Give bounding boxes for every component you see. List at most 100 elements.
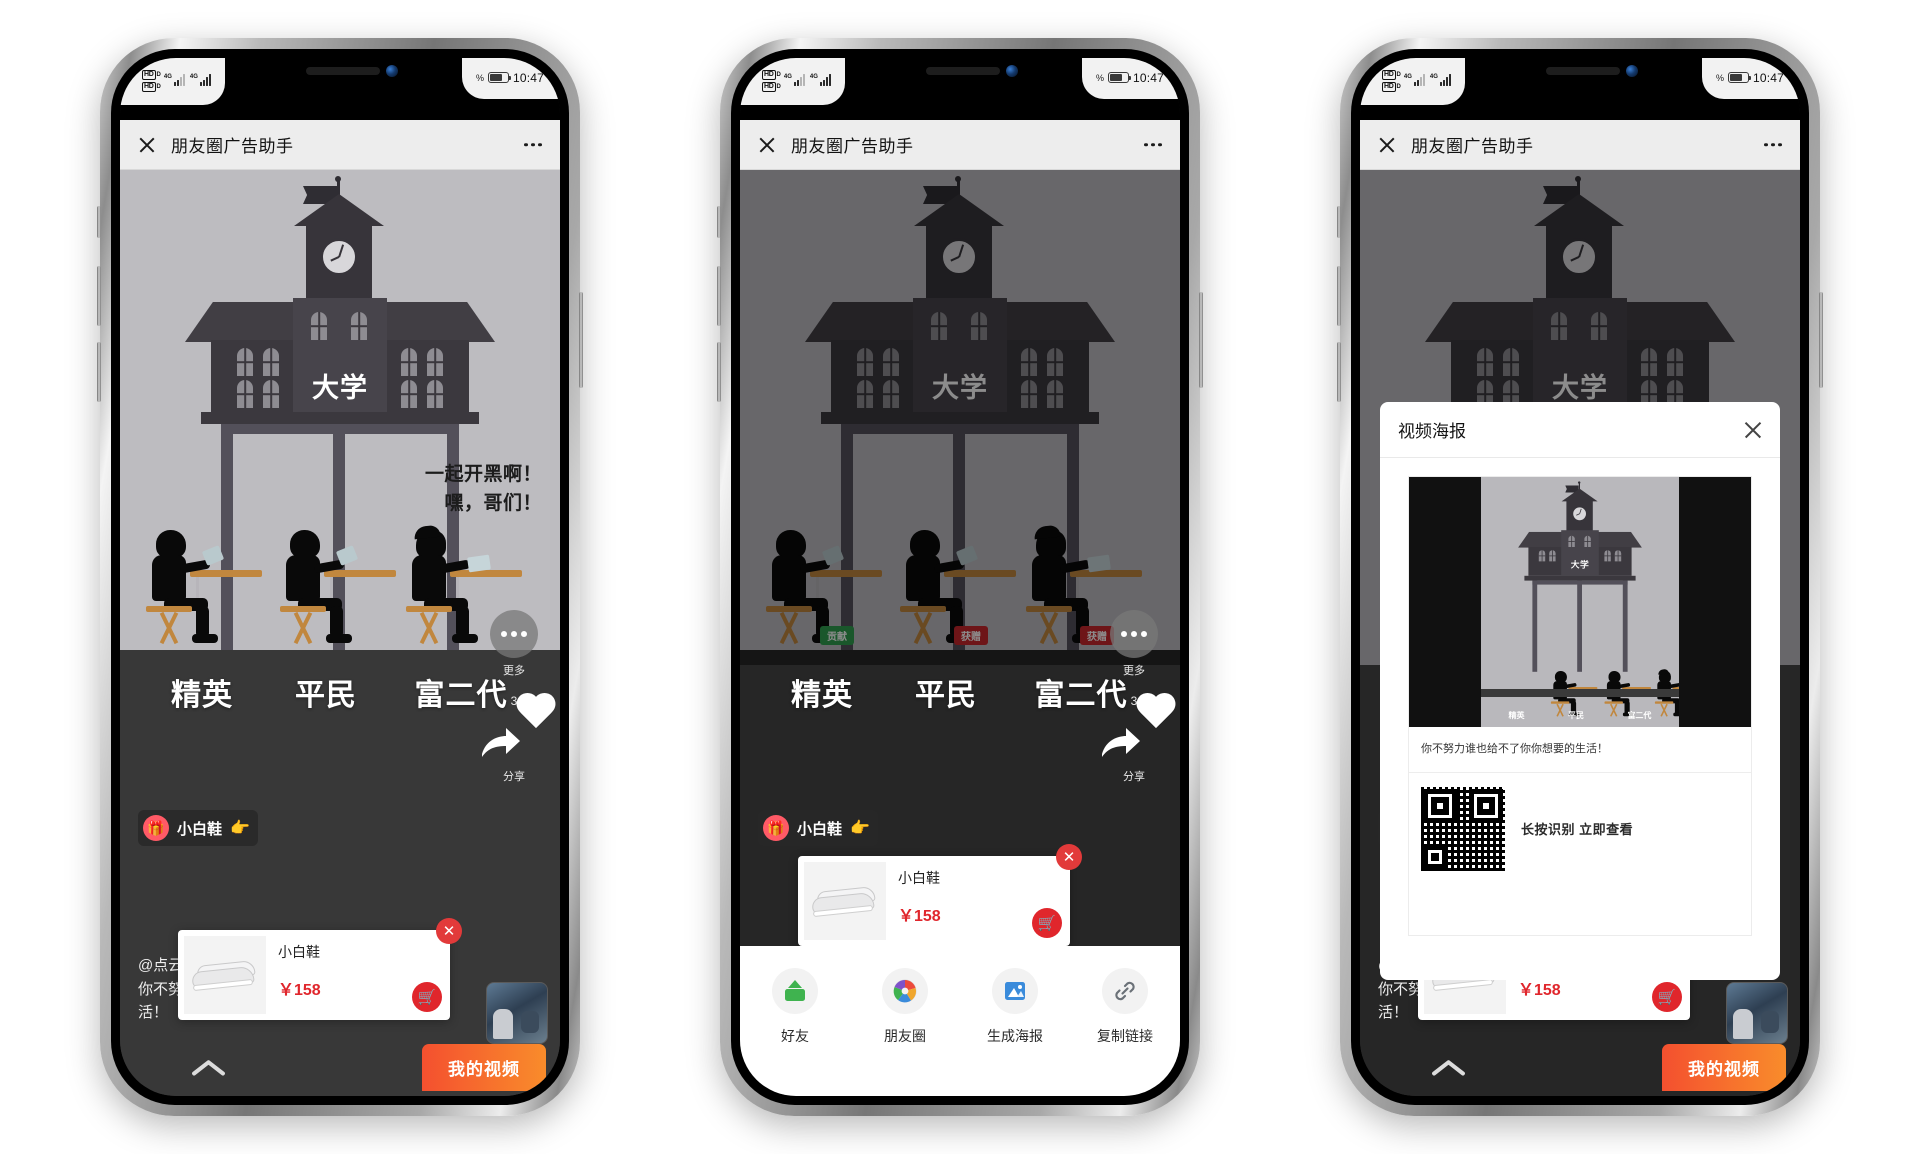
- signal-bars: 4G 4G: [164, 74, 211, 87]
- close-icon[interactable]: [138, 136, 155, 153]
- student-elite: [138, 522, 262, 665]
- screenshot-stage: HD D HD D 4G 4G % 10:47 朋友圈广告助手 大学 一起开黑啊…: [0, 0, 1920, 1154]
- share-option-moments[interactable]: 朋友圈: [864, 968, 946, 1046]
- caption-line-3: 活！: [138, 1003, 169, 1021]
- earpiece-speaker: [306, 67, 381, 75]
- close-icon-2[interactable]: [758, 136, 775, 153]
- power-button[interactable]: [579, 292, 583, 388]
- share-option-link[interactable]: 复制链接: [1084, 968, 1166, 1046]
- volume-down-button[interactable]: [97, 342, 101, 402]
- phone-screen-2: HD D HD D 4G 4G % 10:47 朋友圈广告助手 大学 贡献 获赠…: [740, 58, 1180, 1096]
- chevron-up-icon-3[interactable]: [1430, 1054, 1470, 1080]
- share-option-label-moments: 朋友圈: [884, 1028, 926, 1044]
- network-type-label-p2: 4G: [783, 74, 792, 80]
- volume-up-button[interactable]: [97, 266, 101, 326]
- chevron-up-icon[interactable]: [190, 1054, 230, 1080]
- cart-icon[interactable]: 🛒: [412, 982, 442, 1012]
- share-action-2[interactable]: 分享: [1098, 724, 1170, 784]
- status-bar-2: HD D HD D 4G 4G % 10:47: [740, 58, 1180, 120]
- mute-switch[interactable]: [97, 206, 101, 238]
- clock-time: 10:47: [512, 70, 544, 85]
- video-player-1[interactable]: 大学 一起开黑啊！ 嘿，哥们！ 精英 平民 富二代 更多 3 分享 🎁 小白鞋 …: [120, 170, 560, 1096]
- my-video-button-3[interactable]: 我的视频: [1662, 1043, 1786, 1091]
- notch-area: [225, 58, 462, 88]
- power-button-2[interactable]: [1199, 292, 1203, 388]
- earpiece-speaker-3: [1546, 67, 1621, 75]
- share-arrow-icon[interactable]: [478, 724, 550, 764]
- more-action[interactable]: 更多: [478, 610, 550, 678]
- network-type-label: 4G: [163, 74, 172, 80]
- share-option-poster[interactable]: 生成海报: [974, 968, 1056, 1046]
- close-icon-poster-modal[interactable]: [1744, 421, 1762, 439]
- share-action[interactable]: 分享: [478, 724, 550, 784]
- video-caption: @点云 你不努 活！: [138, 954, 183, 1024]
- volume-down-button-3[interactable]: [1337, 342, 1341, 402]
- status-bar-left-2: HD D HD D 4G 4G: [740, 58, 845, 105]
- hd-icon-p3b: HD: [1382, 81, 1396, 92]
- close-icon-3[interactable]: [1378, 136, 1395, 153]
- avatar-3[interactable]: [1726, 982, 1788, 1044]
- hd-icon-p3: HD: [1382, 69, 1396, 80]
- power-button-3[interactable]: [1819, 292, 1823, 388]
- video-player-2[interactable]: 大学 贡献 获赠 获赠 精英 平民 富二代 更多 3 分享 🎁 小白鞋 👉 ✕ …: [740, 170, 1180, 1096]
- network-type-label-p2b: 4G: [809, 74, 818, 80]
- status-bar-left: HD D HD D 4G 4G: [120, 58, 225, 105]
- university-building: 大学: [185, 176, 495, 652]
- status-bar-right: % 10:47: [461, 58, 560, 99]
- more-dots-icon[interactable]: [524, 142, 542, 147]
- hd-icon-2: HD: [142, 81, 156, 92]
- page-title: 朋友圈广告助手: [171, 137, 294, 156]
- status-bar-3: HD D HD D 4G 4G % 10:47: [1360, 58, 1800, 120]
- page-title-3: 朋友圈广告助手: [1411, 137, 1534, 156]
- class-label-commoner: 平民: [295, 679, 357, 712]
- close-circle-icon[interactable]: ✕: [436, 918, 462, 944]
- speech-line-2: 嘿，哥们！: [444, 493, 542, 515]
- product-card-2[interactable]: ✕ 小白鞋 ￥158 🛒: [798, 844, 1082, 946]
- phone-screen-1: HD D HD D 4G 4G % 10:47 朋友圈广告助手 大学 一起开黑啊…: [120, 58, 560, 1096]
- class-label-commoner-2: 平民: [915, 679, 977, 712]
- like-action-2[interactable]: 3: [1098, 694, 1170, 708]
- building-label-2: 大学: [932, 373, 988, 403]
- more-dots-icon-3[interactable]: [1764, 142, 1782, 147]
- video-player-3[interactable]: 大学 🎁 小白鞋 👉 @点云 你不努 活！: [1360, 170, 1800, 1096]
- class-label-elite-2: 精英: [791, 679, 853, 712]
- clock-tower-icon: [320, 238, 358, 276]
- clock-tower-icon-2: [940, 238, 978, 276]
- close-circle-icon-2[interactable]: ✕: [1056, 844, 1082, 870]
- mute-switch-3[interactable]: [1337, 206, 1341, 238]
- share-option-label-link: 复制链接: [1097, 1028, 1153, 1044]
- poster-preview[interactable]: 大学 精英 平民 富二代 你不努力谁也给不了你你想要的生活！ 长按识别 立即查看: [1408, 476, 1752, 936]
- poster-university-building: 大学: [1517, 481, 1642, 672]
- share-option-label-friend: 好友: [781, 1028, 809, 1044]
- share-arrow-icon-2[interactable]: [1098, 724, 1170, 764]
- poster-qr-row: 长按识别 立即查看: [1409, 773, 1751, 885]
- product-name: 小白鞋: [278, 944, 320, 960]
- pointing-hand-icon: 👉: [230, 820, 250, 837]
- gift-product-tag[interactable]: 🎁 小白鞋 👉: [138, 810, 258, 846]
- volume-down-button-2[interactable]: [717, 342, 721, 402]
- more-circle-icon[interactable]: [490, 610, 538, 658]
- volume-up-button-2[interactable]: [717, 266, 721, 326]
- caption-line-3-3: 活！: [1378, 1003, 1409, 1021]
- poster-students: [1540, 668, 1680, 717]
- gift-product-tag-2[interactable]: 🎁 小白鞋 👉: [758, 810, 878, 846]
- more-circle-icon-2[interactable]: [1110, 610, 1158, 658]
- page-title-2: 朋友圈广告助手: [791, 137, 914, 156]
- more-dots-icon-2[interactable]: [1144, 142, 1162, 147]
- volume-up-button-3[interactable]: [1337, 266, 1341, 326]
- gift-product-name: 小白鞋: [177, 820, 223, 838]
- avatar[interactable]: [486, 982, 548, 1044]
- like-action[interactable]: 3: [478, 694, 550, 708]
- more-action-2[interactable]: 更多: [1098, 610, 1170, 678]
- product-card[interactable]: ✕ 小白鞋 ￥158 🛒: [178, 918, 462, 1020]
- front-camera-icon-3: [1626, 65, 1639, 77]
- cart-icon-3[interactable]: 🛒: [1652, 982, 1682, 1012]
- cart-icon-2[interactable]: 🛒: [1032, 908, 1062, 938]
- university-building-3: 大学: [1425, 176, 1735, 652]
- share-option-friend[interactable]: 好友: [754, 968, 836, 1046]
- hd-badges: HD D HD D: [142, 69, 161, 92]
- mute-switch-2[interactable]: [717, 206, 721, 238]
- battery-icon: [487, 72, 512, 83]
- caption-line-1: @点云: [138, 957, 184, 975]
- my-video-button[interactable]: 我的视频: [422, 1043, 546, 1091]
